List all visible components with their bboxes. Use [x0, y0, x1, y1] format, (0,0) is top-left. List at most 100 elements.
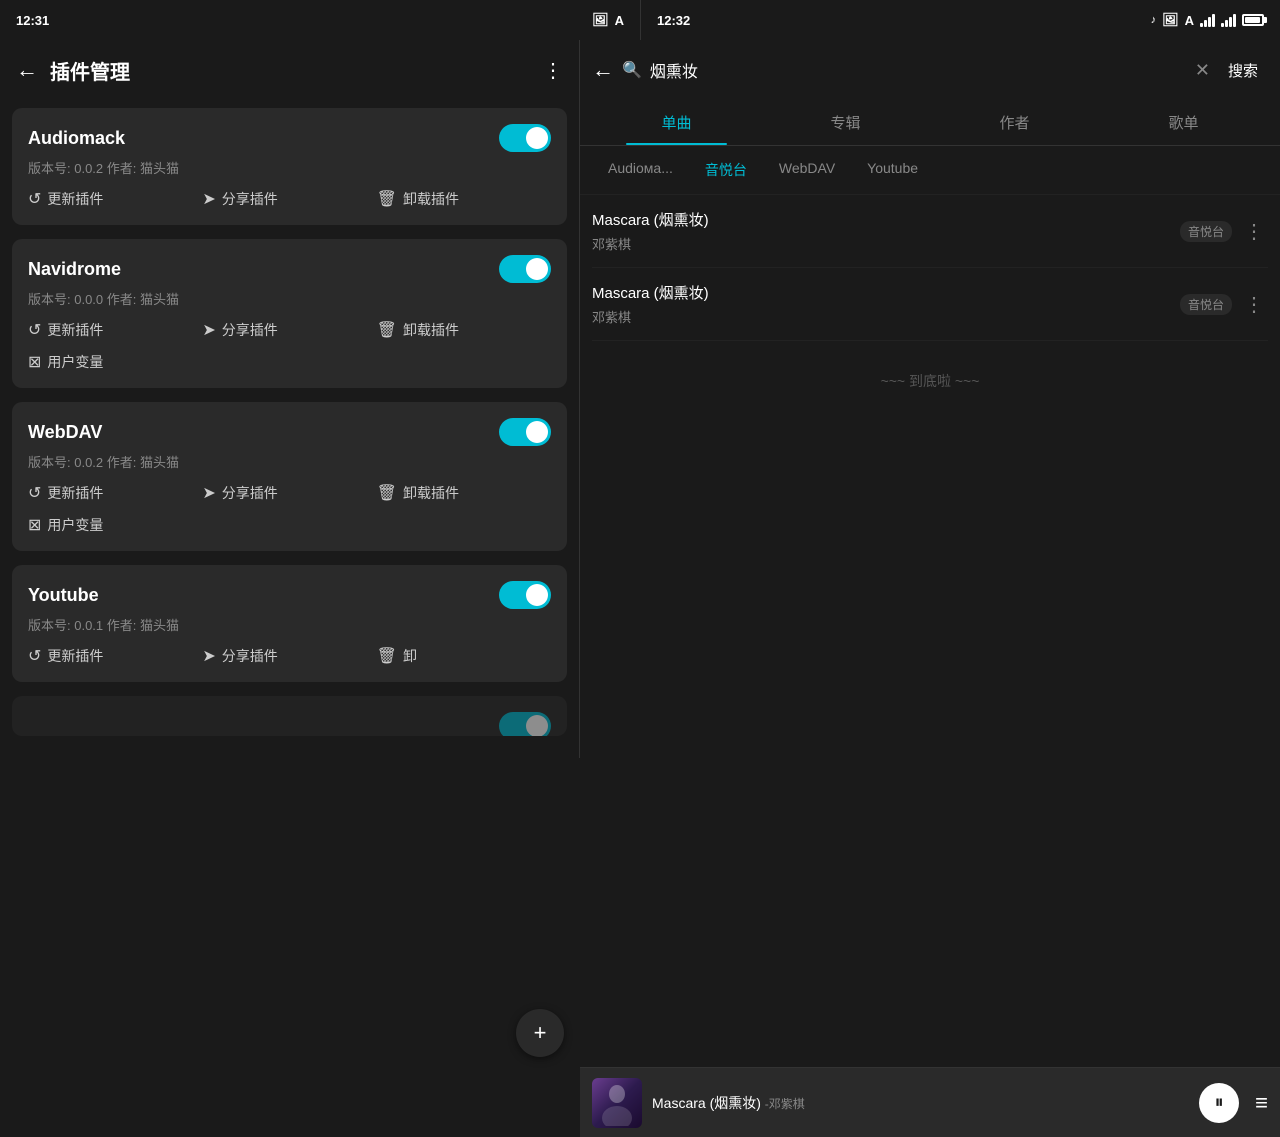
user-variable-button[interactable]: ⊠ 用户变量 [28, 352, 103, 372]
source-youtube-label: Youtube [867, 160, 918, 176]
source-tab-youtube[interactable]: Youtube [851, 156, 934, 184]
now-playing-artist: -邓紫棋 [765, 1097, 805, 1111]
variable-icon: ⊠ [28, 352, 41, 372]
category-tabs: 单曲 专辑 作者 歌单 [580, 100, 1280, 146]
result-source-badge: 音悦台 [1180, 294, 1232, 315]
update-icon: ↺ [28, 320, 41, 340]
plugin-header: WebDAV [28, 418, 551, 446]
search-header: ← 🔍 烟熏妆 ✕ 搜索 [580, 40, 1280, 100]
share-label: 分享插件 [222, 320, 278, 340]
youtube-toggle[interactable] [499, 581, 551, 609]
search-back-button[interactable]: ← [592, 57, 614, 83]
share-label: 分享插件 [222, 646, 278, 666]
wifi-icon [1200, 13, 1215, 27]
search-box: 🔍 烟熏妆 [622, 58, 1187, 82]
now-playing-title: Mascara (烟熏妆) -邓紫棋 [652, 1093, 1189, 1113]
share-label: 分享插件 [222, 483, 278, 503]
share-plugin-button[interactable]: ➤ 分享插件 [202, 320, 376, 340]
left-header: ← 插件管理 ⋮ [0, 40, 579, 100]
update-plugin-button[interactable]: ↺ 更新插件 [28, 189, 202, 209]
extra-actions: ⊠ 用户变量 [28, 515, 551, 535]
right-time: 12:32 [657, 13, 690, 28]
plugin-meta: 版本号: 0.0.2 作者: 猫头猫 [28, 158, 551, 177]
source-audiomack-label: Audioма... [608, 160, 673, 176]
webdav-toggle[interactable] [499, 418, 551, 446]
music-note-icon: ♪ [1151, 14, 1157, 26]
source-tab-audiomack[interactable]: Audioма... [592, 156, 689, 184]
share-plugin-button[interactable]: ➤ 分享插件 [202, 483, 376, 503]
source-webdav-label: WebDAV [779, 160, 835, 176]
uninstall-label: 卸载插件 [403, 483, 459, 503]
plugin-actions: ↺ 更新插件 ➤ 分享插件 🗑 卸 [28, 646, 551, 666]
plugin-card-webdav: WebDAV 版本号: 0.0.2 作者: 猫头猫 ↺ 更新插件 ➤ 分享插件 [12, 402, 567, 551]
result-info: Mascara (烟熏妆) 邓紫棋 [592, 209, 1180, 253]
plugin-meta: 版本号: 0.0.0 作者: 猫头猫 [28, 289, 551, 308]
result-more-button[interactable]: ⋮ [1240, 292, 1268, 317]
update-plugin-button[interactable]: ↺ 更新插件 [28, 483, 202, 503]
share-plugin-button[interactable]: ➤ 分享插件 [202, 189, 376, 209]
audiomack-toggle[interactable] [499, 124, 551, 152]
status-bars: 12:31 🖼 A 12:32 ♪ 🖼 A [0, 0, 1280, 40]
plugin-meta: 版本号: 0.0.2 作者: 猫头猫 [28, 452, 551, 471]
navidrome-toggle[interactable] [499, 255, 551, 283]
plugin-name: Navidrome [28, 259, 121, 280]
update-icon: ↺ [28, 646, 41, 666]
source-tabs: Audioма... 音悦台 WebDAV Youtube [580, 146, 1280, 195]
tab-single[interactable]: 单曲 [592, 100, 761, 145]
result-item: Mascara (烟熏妆) 邓紫棋 音悦台 ⋮ [592, 195, 1268, 268]
playlist-button[interactable]: ≡ [1255, 1090, 1268, 1116]
uninstall-plugin-button[interactable]: 🗑 卸载插件 [377, 483, 551, 503]
result-item: Mascara (烟熏妆) 邓紫棋 音悦台 ⋮ [592, 268, 1268, 341]
update-label: 更新插件 [47, 483, 103, 503]
tab-author-label: 作者 [999, 115, 1029, 132]
user-variable-button[interactable]: ⊠ 用户变量 [28, 515, 103, 535]
extra-actions: ⊠ 用户变量 [28, 352, 551, 372]
delete-icon: 🗑 [377, 646, 397, 666]
result-info: Mascara (烟熏妆) 邓紫棋 [592, 282, 1180, 326]
update-label: 更新插件 [47, 320, 103, 340]
uninstall-plugin-button[interactable]: 🗑 卸 [377, 646, 551, 666]
tab-album[interactable]: 专辑 [761, 100, 930, 145]
battery-icon [1242, 14, 1264, 26]
tab-playlist[interactable]: 歌单 [1099, 100, 1268, 145]
share-plugin-button[interactable]: ➤ 分享插件 [202, 646, 376, 666]
uninstall-plugin-button[interactable]: 🗑 卸载插件 [377, 320, 551, 340]
result-more-button[interactable]: ⋮ [1240, 219, 1268, 244]
update-plugin-button[interactable]: ↺ 更新插件 [28, 320, 202, 340]
search-query-text[interactable]: 烟熏妆 [650, 58, 698, 82]
uninstall-plugin-button[interactable]: 🗑 卸载插件 [377, 189, 551, 209]
result-artist: 邓紫棋 [592, 234, 1180, 253]
uninstall-label: 卸 [403, 646, 417, 666]
plugin-card-youtube: Youtube 版本号: 0.0.1 作者: 猫头猫 ↺ 更新插件 ➤ 分享插件 [12, 565, 567, 682]
tab-author[interactable]: 作者 [930, 100, 1099, 145]
search-submit-button[interactable]: 搜索 [1218, 54, 1268, 87]
delete-icon: 🗑 [377, 483, 397, 503]
update-plugin-button[interactable]: ↺ 更新插件 [28, 646, 202, 666]
plugin-card-extra [12, 696, 567, 736]
search-clear-button[interactable]: ✕ [1195, 60, 1210, 81]
uninstall-label: 卸载插件 [403, 320, 459, 340]
thumb-art [592, 1078, 642, 1128]
result-artist: 邓紫棋 [592, 307, 1180, 326]
more-button[interactable]: ⋮ [543, 58, 563, 83]
fab-add-button[interactable]: + [516, 1009, 564, 1057]
source-tab-webdav[interactable]: WebDAV [763, 156, 851, 184]
plugin-manager-panel: ← 插件管理 ⋮ Audiomack 版本号: 0.0.2 作者: 猫头猫 ↺ [0, 40, 580, 758]
pause-button[interactable]: ⏸ [1199, 1083, 1239, 1123]
share-icon: ➤ [202, 646, 215, 666]
plugin-header: Youtube [28, 581, 551, 609]
delete-icon: 🗑 [377, 320, 397, 340]
variable-icon: ⊠ [28, 515, 41, 535]
share-icon: ➤ [202, 189, 215, 209]
plugin-name: Youtube [28, 585, 99, 606]
plugin-card-audiomack: Audiomack 版本号: 0.0.2 作者: 猫头猫 ↺ 更新插件 ➤ 分享… [12, 108, 567, 225]
search-panel: ← 🔍 烟熏妆 ✕ 搜索 单曲 专辑 作者 歌单 [580, 40, 1280, 1137]
source-yinyuetai-label: 音悦台 [705, 162, 747, 178]
now-playing-thumbnail[interactable] [592, 1078, 642, 1128]
back-button[interactable]: ← [16, 57, 38, 83]
variable-label: 用户变量 [47, 515, 103, 535]
extra-toggle[interactable] [499, 712, 551, 736]
source-tab-yinyuetai[interactable]: 音悦台 [689, 156, 763, 184]
plugin-actions: ↺ 更新插件 ➤ 分享插件 🗑 卸载插件 [28, 483, 551, 503]
plugin-actions: ↺ 更新插件 ➤ 分享插件 🗑 卸载插件 [28, 320, 551, 340]
